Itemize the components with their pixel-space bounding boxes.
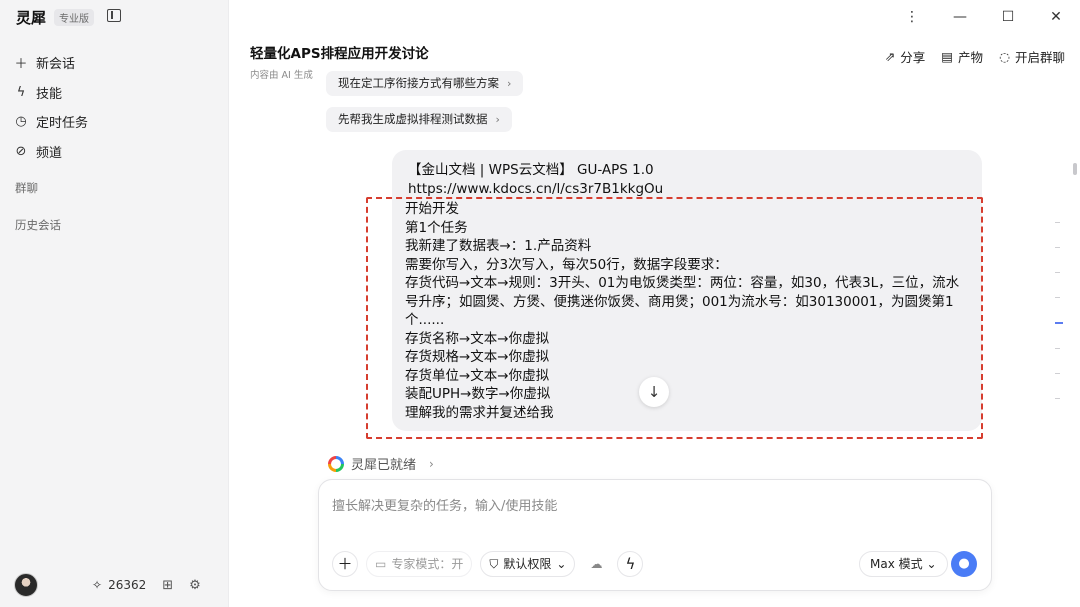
box-icon: ▤ xyxy=(941,49,954,64)
sidebar-item-label: 技能 xyxy=(36,86,63,102)
avatar[interactable] xyxy=(14,573,38,597)
message-line: 【金山文档 | WPS云文档】 GU-APS 1.0 xyxy=(408,162,654,178)
suggestion-text: 先帮我生成虚拟排程测试数据 xyxy=(338,112,488,126)
chevron-down-icon: ⌄ xyxy=(926,557,937,571)
share-button[interactable]: ⇗ 分享 xyxy=(885,47,926,66)
suggestion-chip[interactable]: 先帮我生成虚拟排程测试数据 › xyxy=(326,107,512,132)
message-outline-rail[interactable] xyxy=(1055,222,1063,423)
app-name: 灵犀 xyxy=(16,9,47,27)
plus-icon: ＋ xyxy=(14,57,28,73)
composer-input[interactable]: 擅长解决更复杂的任务，输入/使用技能 xyxy=(332,495,557,514)
section-group-chat[interactable]: 群聊 xyxy=(15,180,38,196)
share-label: 分享 xyxy=(900,50,926,65)
chat-bubble-icon: ◌ xyxy=(999,49,1010,64)
status-text: 灵犀已就绪 xyxy=(351,458,417,473)
header-actions: ⇗ 分享 ▤ 产物 ◌ 开启群聊 xyxy=(885,47,1065,66)
points-counter[interactable]: ✧ 26362 xyxy=(92,578,146,592)
group-chat-label: 开启群聊 xyxy=(1014,50,1065,65)
sidebar: 灵犀 专业版 ＋ 新会话 ϟ 技能 ◷ 定时任务 ⊘ 频道 群聊 历史会话 ✧ … xyxy=(0,0,229,607)
expert-mode-label: 专家模式：开 xyxy=(391,557,464,571)
sidebar-item-channels[interactable]: ⊘ 频道 xyxy=(14,137,214,167)
clock-icon: ◷ xyxy=(15,114,27,130)
suggestion-chip[interactable]: 现在定工序衔接方式有哪些方案 › xyxy=(326,71,524,96)
section-history[interactable]: 历史会话 xyxy=(15,217,61,233)
sidebar-toggle-icon[interactable] xyxy=(107,9,121,22)
sidebar-item-label: 频道 xyxy=(36,145,63,161)
permission-dropdown[interactable]: ⛉ 默认权限 ⌄ xyxy=(480,551,576,577)
minimize-icon[interactable]: — xyxy=(936,0,984,34)
scrollbar[interactable] xyxy=(1073,163,1077,175)
message-header: 【金山文档 | WPS云文档】 GU-APS 1.0 https://www.k… xyxy=(408,161,663,199)
main-panel: ⋮ — ☐ ✕ 轻量化APS排程应用开发讨论 内容由 AI 生成 ⇗ 分享 ▤ … xyxy=(229,0,1080,607)
brand: 灵犀 专业版 xyxy=(16,7,95,28)
agent-status[interactable]: 灵犀已就绪 › xyxy=(328,454,434,473)
scroll-to-bottom-button[interactable]: ↓ xyxy=(639,377,669,407)
points-value: 26362 xyxy=(108,578,147,592)
chevron-right-icon: › xyxy=(495,113,500,126)
sparkle-icon: ✧ xyxy=(92,578,103,592)
edition-badge: 专业版 xyxy=(54,9,95,26)
sidebar-item-scheduled-tasks[interactable]: ◷ 定时任务 xyxy=(14,107,214,137)
model-label: Max 模式 xyxy=(870,557,923,571)
sidebar-item-label: 新会话 xyxy=(36,57,76,73)
share-icon: ⇗ xyxy=(884,49,896,64)
bolt-button[interactable]: ϟ xyxy=(617,551,644,577)
artifacts-label: 产物 xyxy=(958,50,984,65)
bolt-icon: ϟ xyxy=(16,84,26,100)
monitor-icon: ▭ xyxy=(375,557,387,571)
gear-icon[interactable]: ⚙ xyxy=(189,578,201,593)
chevron-down-icon: ⌄ xyxy=(556,557,567,571)
suggestion-text: 现在定工序衔接方式有哪些方案 xyxy=(338,76,499,90)
window-controls: ⋮ — ☐ ✕ xyxy=(888,0,1080,34)
sidebar-nav: ＋ 新会话 ϟ 技能 ◷ 定时任务 ⊘ 频道 xyxy=(14,48,214,166)
page-title: 轻量化APS排程应用开发讨论 xyxy=(250,46,429,62)
composer-toolbar: ＋ ▭ 专家模式：开 ⛉ 默认权限 ⌄ ☁ ϟ xyxy=(332,551,644,577)
agent-logo-icon xyxy=(328,455,344,472)
sidebar-footer: ✧ 26362 ⊞ ⚙ xyxy=(14,572,214,598)
expert-mode-toggle[interactable]: ▭ 专家模式：开 xyxy=(366,551,473,577)
highlight-annotation-box xyxy=(366,197,983,439)
cloud-icon[interactable]: ☁ xyxy=(583,551,609,577)
sidebar-item-new-chat[interactable]: ＋ 新会话 xyxy=(14,48,214,78)
permission-label: 默认权限 xyxy=(503,557,552,571)
sidebar-item-label: 定时任务 xyxy=(36,116,89,132)
message-composer: 擅长解决更复杂的任务，输入/使用技能 ＋ ▭ 专家模式：开 ⛉ 默认权限 ⌄ ☁… xyxy=(318,479,992,591)
chevron-right-icon: › xyxy=(507,77,512,90)
shield-icon: ⛉ xyxy=(489,557,499,571)
model-select[interactable]: Max 模式 ⌄ xyxy=(859,551,948,577)
sidebar-item-skills[interactable]: ϟ 技能 xyxy=(14,78,214,108)
chevron-right-icon: › xyxy=(429,456,434,471)
group-chat-button[interactable]: ◌ 开启群聊 xyxy=(999,47,1065,66)
gift-icon[interactable]: ⊞ xyxy=(162,578,173,593)
link-icon: ⊘ xyxy=(15,143,27,159)
maximize-icon[interactable]: ☐ xyxy=(984,0,1032,34)
more-icon[interactable]: ⋮ xyxy=(888,0,936,34)
close-icon[interactable]: ✕ xyxy=(1032,0,1080,34)
microphone-button[interactable]: ● xyxy=(951,551,977,577)
artifacts-button[interactable]: ▤ 产物 xyxy=(941,47,983,66)
add-attachment-button[interactable]: ＋ xyxy=(332,551,358,577)
